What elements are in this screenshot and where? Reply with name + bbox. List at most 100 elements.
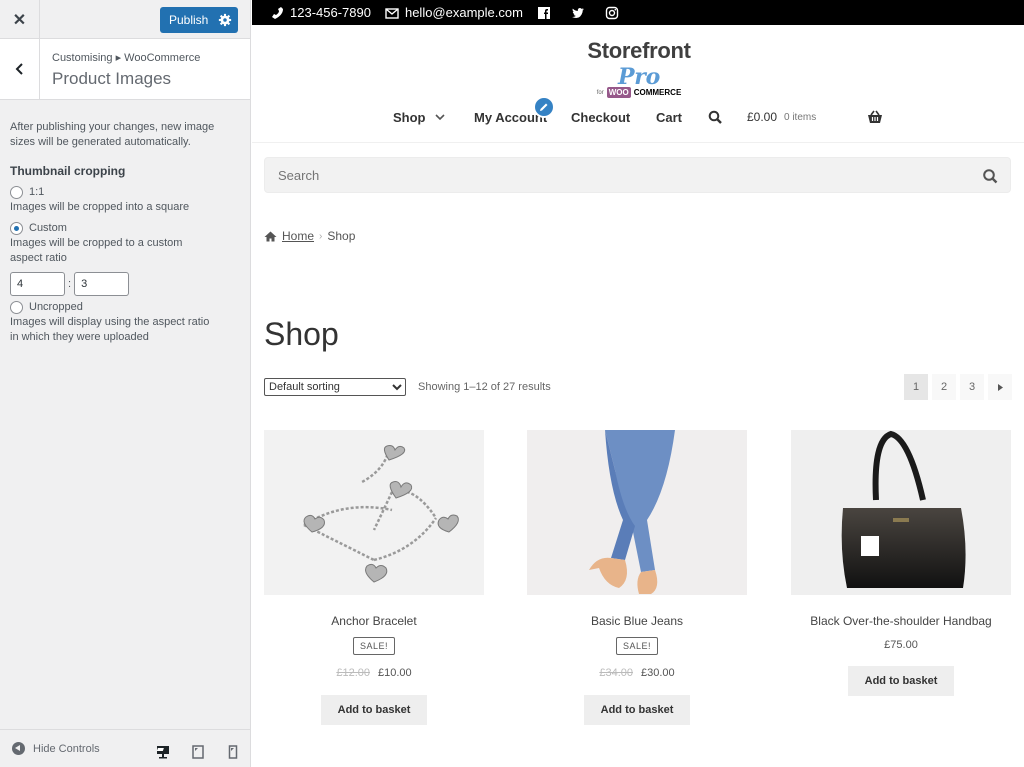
cart-count[interactable]: 0 items <box>784 112 816 123</box>
section-description: After publishing your changes, new image… <box>10 121 215 148</box>
search-icon[interactable] <box>982 168 998 184</box>
top-contact-bar: 123-456-7890 hello@example.com <box>252 0 1024 25</box>
product-name[interactable]: Black Over-the-shoulder Handbag <box>791 614 1011 628</box>
search-icon[interactable] <box>708 110 722 124</box>
instagram-icon[interactable] <box>605 6 619 20</box>
section-title: Product Images <box>52 69 172 88</box>
nav-checkout[interactable]: Checkout <box>571 110 630 125</box>
breadcrumb: Home › Shop <box>264 229 355 243</box>
breadcrumb-separator: › <box>319 230 323 242</box>
back-button[interactable] <box>0 39 40 99</box>
sale-price: £30.00 <box>641 667 675 679</box>
facebook-icon[interactable] <box>537 6 551 20</box>
tablet-preview-icon[interactable] <box>191 745 205 759</box>
option-custom[interactable]: Custom <box>10 221 240 236</box>
add-to-basket-button[interactable]: Add to basket <box>847 666 955 696</box>
product-image-jeans[interactable] <box>527 430 747 595</box>
header-divider <box>252 142 1024 143</box>
close-customizer-button[interactable]: ✕ <box>0 0 40 39</box>
customizer-footer: Hide Controls <box>0 729 250 767</box>
breadcrumb-home[interactable]: Home <box>282 229 314 243</box>
option-square[interactable]: 1:1 <box>10 185 240 200</box>
ratio-width-input[interactable] <box>10 272 65 296</box>
close-icon: ✕ <box>12 11 27 29</box>
option-label: 1:1 <box>29 186 45 198</box>
option-label: Uncropped <box>29 301 83 313</box>
logo-tagline: for WOO COMMERCE <box>596 87 682 98</box>
sale-badge: SALE! <box>615 637 658 655</box>
edit-shortcut-button[interactable] <box>533 96 555 118</box>
pencil-icon <box>540 103 548 111</box>
product-card: Anchor Bracelet SALE! £12.00 £10.00 Add t… <box>264 430 484 725</box>
site-preview: 123-456-7890 hello@example.com Storefron… <box>252 0 1024 767</box>
phone-icon <box>272 6 283 19</box>
basket-icon[interactable] <box>867 110 883 124</box>
product-image-handbag[interactable] <box>791 430 1011 595</box>
page-3[interactable]: 3 <box>960 374 984 400</box>
bracelet-image <box>264 430 484 595</box>
email-link[interactable]: hello@example.com <box>405 5 523 20</box>
page-title: Shop <box>264 316 339 352</box>
thumbnail-cropping-label: Thumbnail cropping <box>10 164 126 178</box>
collapse-icon <box>12 742 25 755</box>
phone-number[interactable]: 123-456-7890 <box>290 5 371 20</box>
section-body: After publishing your changes, new image… <box>0 100 250 355</box>
handbag-image <box>791 430 1011 595</box>
radio-custom[interactable] <box>10 222 23 235</box>
product-card: Black Over-the-shoulder Handbag £75.00 A… <box>791 430 1011 696</box>
envelope-icon <box>385 7 399 19</box>
jeans-image <box>527 430 747 595</box>
product-image-bracelet[interactable] <box>264 430 484 595</box>
cart-total[interactable]: £0.00 <box>747 110 777 124</box>
add-to-basket-button[interactable]: Add to basket <box>320 695 428 725</box>
caret-right-icon <box>997 383 1003 391</box>
gear-icon[interactable] <box>218 13 232 27</box>
shop-toolbar: Default sorting Showing 1–12 of 27 resul… <box>264 378 1011 398</box>
old-price: £34.00 <box>599 667 633 679</box>
product-card: Basic Blue Jeans SALE! £34.00 £30.00 Add … <box>527 430 747 725</box>
option-help: Images will be cropped to a custom aspec… <box>10 237 183 264</box>
option-help: Images will display using the aspect rat… <box>10 316 210 343</box>
radio-square[interactable] <box>10 186 23 199</box>
twitter-icon[interactable] <box>571 6 585 20</box>
product-price: £12.00 £10.00 <box>264 667 484 679</box>
hide-controls-label: Hide Controls <box>33 742 100 755</box>
product-search <box>264 157 1011 193</box>
section-header: Customising ▸ WooCommerce Product Images <box>0 39 250 100</box>
pagination: 1 2 3 <box>904 374 1012 400</box>
option-label: Custom <box>29 222 67 234</box>
publish-label: Publish <box>169 13 209 27</box>
publish-button[interactable]: Publish <box>160 7 238 33</box>
ratio-height-input[interactable] <box>74 272 130 296</box>
customizer-sidebar: ✕ Publish Customising ▸ WooCommerce Prod… <box>0 0 251 767</box>
customizer-header: ✕ Publish <box>0 0 250 39</box>
ratio-separator: : <box>68 277 72 290</box>
old-price: £12.00 <box>336 667 370 679</box>
site-logo[interactable]: Storefront Pro for WOO COMMERCE <box>564 38 714 98</box>
nav-shop[interactable]: Shop <box>393 110 426 125</box>
chevron-down-icon[interactable] <box>435 114 445 121</box>
mobile-preview-icon[interactable] <box>226 745 240 759</box>
aspect-ratio-inputs: : <box>10 272 240 296</box>
chevron-left-icon <box>15 63 23 75</box>
next-page-button[interactable] <box>988 374 1012 400</box>
sale-price: £10.00 <box>378 667 412 679</box>
option-help: Images will be cropped into a square <box>10 201 190 213</box>
sort-select[interactable]: Default sorting <box>264 378 406 396</box>
page-1[interactable]: 1 <box>904 374 928 400</box>
hide-controls-button[interactable]: Hide Controls <box>12 742 100 755</box>
page-2[interactable]: 2 <box>932 374 956 400</box>
logo-text: Storefront Pro <box>587 38 691 90</box>
radio-uncropped[interactable] <box>10 301 23 314</box>
nav-cart[interactable]: Cart <box>656 110 682 125</box>
desktop-preview-icon[interactable] <box>156 745 170 759</box>
add-to-basket-button[interactable]: Add to basket <box>583 695 691 725</box>
product-name[interactable]: Basic Blue Jeans <box>527 614 747 628</box>
sale-badge: SALE! <box>352 637 395 655</box>
product-name[interactable]: Anchor Bracelet <box>264 614 484 628</box>
customizer-breadcrumb: Customising ▸ WooCommerce <box>52 52 201 64</box>
option-uncropped[interactable]: Uncropped <box>10 300 240 315</box>
product-price: £75.00 <box>884 639 918 651</box>
search-input[interactable] <box>278 167 958 183</box>
result-count: Showing 1–12 of 27 results <box>418 381 551 393</box>
